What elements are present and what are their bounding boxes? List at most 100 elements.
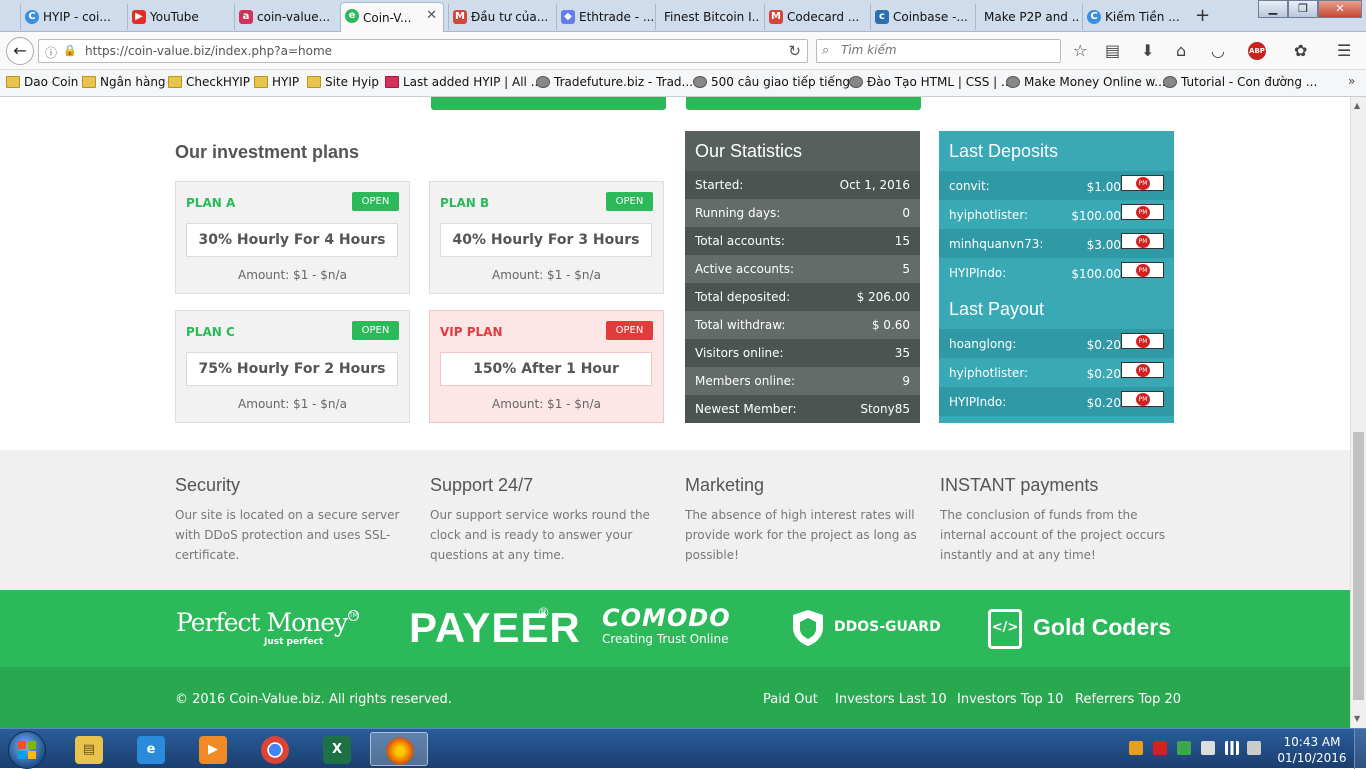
taskbar-chrome[interactable] (246, 732, 304, 766)
stat-row: Members online: 9 (685, 367, 920, 395)
feature-title: Security (175, 475, 241, 495)
start-button[interactable] (8, 731, 46, 769)
navigation-toolbar: ← ⓘ 🔒 https://coin-value.biz/index.php?a… (0, 32, 1366, 70)
tray-flag-icon[interactable] (1201, 741, 1215, 755)
footer-link-referrers-top-20[interactable]: Referrers Top 20 (1075, 692, 1181, 707)
extension-icon[interactable]: ✿ (1294, 41, 1307, 60)
reading-list-icon[interactable]: ▤ (1105, 41, 1120, 60)
tab-codecard[interactable]: M Codecard ... (764, 4, 864, 30)
plan-amount: Amount: $1 - $n/a (238, 397, 347, 411)
scroll-down-icon[interactable]: ▼ (1354, 714, 1360, 723)
globe-icon (693, 76, 707, 88)
bookmark-hyip[interactable]: HYIP (254, 75, 299, 89)
tab-label: coin-value... (257, 10, 331, 24)
search-input[interactable] (841, 43, 1051, 57)
stat-value: Stony85 (860, 402, 910, 416)
taskbar-firefox[interactable] (370, 732, 428, 766)
close-window-button[interactable]: ✕ (1318, 0, 1362, 18)
bookmark-dao-tao-html[interactable]: Đào Tạo HTML | CSS | ... (849, 75, 1012, 89)
deposit-user: hyiphotlister: (949, 208, 1029, 222)
copyright-text: © 2016 Coin-Value.biz. All rights reserv… (175, 692, 452, 707)
tab-gmail-dau-tu[interactable]: M Đầu tư của... (448, 4, 548, 30)
reload-icon[interactable]: ↻ (788, 42, 801, 60)
bookmark-star-icon[interactable]: ☆ (1073, 41, 1087, 60)
bookmark-checkhyip[interactable]: CheckHYIP (168, 75, 250, 89)
footer-link-paid-out[interactable]: Paid Out (763, 692, 818, 707)
taskbar-media-player[interactable]: ▶ (184, 732, 242, 766)
system-tray (1125, 737, 1265, 761)
tab-make-p2p[interactable]: Make P2P and ... (975, 4, 1080, 30)
folder-icon (307, 76, 321, 88)
bookmark-label: Tutorial - Con đường ... (1181, 75, 1318, 89)
deposit-row: HYIPIndo: $100.00 PM (939, 258, 1174, 287)
deposit-row: hyiphotlister: $100.00 PM (939, 200, 1174, 229)
system-clock[interactable]: 10:43 AM 01/10/2016 (1274, 734, 1350, 766)
signal-bars-icon[interactable] (1225, 741, 1239, 755)
tray-network-share-icon[interactable] (1177, 741, 1191, 755)
tab-finest-bitcoin[interactable]: Finest Bitcoin I... (655, 4, 760, 30)
chrome-icon (261, 736, 289, 764)
footer-link-investors-last-10[interactable]: Investors Last 10 (835, 692, 947, 707)
maximize-button[interactable]: ❐ (1288, 0, 1318, 18)
plan-name: PLAN A (186, 196, 236, 210)
scroll-up-icon[interactable]: ▲ (1354, 101, 1360, 110)
new-tab-button[interactable]: + (1195, 5, 1210, 26)
search-box[interactable]: ⌕ (816, 39, 1061, 63)
bookmark-last-added-hyip[interactable]: Last added HYIP | All ... (385, 75, 542, 89)
pocket-icon[interactable]: ◡ (1211, 41, 1225, 60)
tab-kiem-tien[interactable]: C Kiếm Tiền ... (1082, 4, 1182, 30)
taskbar-internet-explorer[interactable]: e (122, 732, 180, 766)
tab-hyip[interactable]: C HYIP - coi... (20, 4, 120, 30)
volume-icon[interactable] (1247, 741, 1261, 755)
tab-youtube[interactable]: ▶ YouTube (127, 4, 227, 30)
bookmark-tutorial[interactable]: Tutorial - Con đường ... (1163, 75, 1317, 89)
tab-coin-v-active[interactable]: e Coin-V... ✕ (340, 2, 444, 32)
home-icon[interactable]: ⌂ (1176, 41, 1186, 60)
minimize-button[interactable]: ▁ (1258, 0, 1288, 18)
tray-shield-icon[interactable] (1153, 741, 1167, 755)
bookmark-site-hyip[interactable]: Site Hyip (307, 75, 379, 89)
tab-coinbase[interactable]: c Coinbase -... (870, 4, 970, 30)
more-bookmarks-icon[interactable]: » (1348, 74, 1355, 88)
back-button[interactable]: ← (6, 37, 34, 65)
payout-amount: $0.20 (1086, 396, 1121, 410)
pm-icon: PM (1136, 235, 1150, 248)
menu-icon[interactable]: ☰ (1337, 41, 1351, 60)
coin-value-icon: a (239, 10, 253, 24)
url-text[interactable]: https://coin-value.biz/index.php?a=home (85, 44, 332, 58)
bookmark-make-money[interactable]: Make Money Online w... (1006, 75, 1166, 89)
bookmark-dao-coin[interactable]: Dao Coin (6, 75, 78, 89)
deposit-user: HYIPIndo: (949, 266, 1007, 280)
download-icon[interactable]: ⬇ (1141, 41, 1154, 60)
adblock-plus-icon[interactable]: ABP (1248, 42, 1266, 60)
pm-icon: PM (1136, 206, 1150, 219)
footer-link-investors-top-10[interactable]: Investors Top 10 (957, 692, 1063, 707)
top-button-left[interactable] (431, 97, 666, 110)
top-button-right[interactable] (686, 97, 921, 110)
perfect-money-logo: Perfect Money Just perfect TM (176, 590, 366, 667)
address-bar[interactable]: ⓘ 🔒 https://coin-value.biz/index.php?a=h… (38, 39, 808, 63)
bookmark-label: 500 câu giao tiếp tiếng... (711, 75, 862, 89)
tab-coin-value[interactable]: a coin-value... (234, 4, 334, 30)
tray-app-icon[interactable] (1129, 741, 1143, 755)
stat-value: 0 (902, 206, 910, 220)
tab-ethtrade[interactable]: ◆ Ethtrade - ... (556, 4, 656, 30)
close-tab-icon[interactable]: ✕ (426, 8, 437, 23)
page-scrollbar[interactable]: ▲ ▼ (1350, 97, 1366, 728)
bookmark-ngan-hang[interactable]: Ngân hàng (82, 75, 166, 89)
perfect-money-badge: PM (1121, 333, 1164, 349)
windows-logo-icon (18, 741, 36, 759)
plans-title: Our investment plans (175, 142, 360, 162)
bookmark-tradefuture[interactable]: Tradefuture.biz - Trad... (536, 75, 693, 89)
stat-row: Running days: 0 (685, 199, 920, 227)
perfect-money-tagline: Just perfect (264, 637, 324, 647)
show-desktop-button[interactable] (1354, 729, 1366, 769)
bookmark-label: HYIP (272, 75, 300, 89)
taskbar-excel[interactable]: X (308, 732, 366, 766)
bookmark-500-cau[interactable]: 500 câu giao tiếp tiếng... (693, 75, 862, 89)
info-icon[interactable]: ⓘ (45, 44, 57, 61)
scrollbar-thumb[interactable] (1353, 432, 1364, 700)
taskbar-explorer[interactable]: ▤ (60, 732, 118, 766)
plan-card-vip: VIP PLAN OPEN 150% After 1 Hour Amount: … (429, 310, 664, 423)
stat-key: Total deposited: (695, 290, 791, 304)
